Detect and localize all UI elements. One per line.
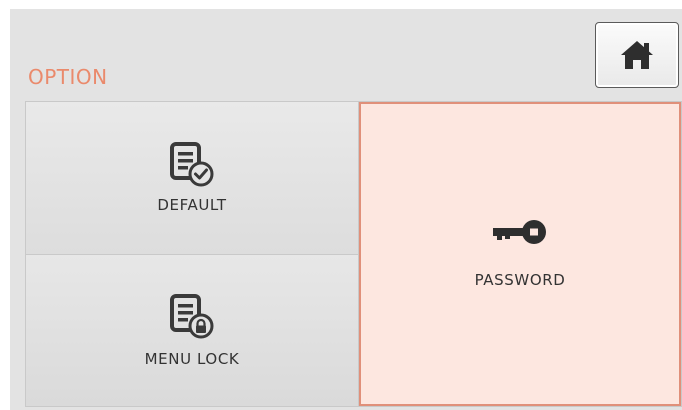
password-option-label: PASSWORD <box>474 271 566 289</box>
default-option-tile[interactable]: DEFAULT <box>26 102 359 255</box>
menu-lock-option-tile[interactable]: MENU LOCK <box>26 255 359 406</box>
home-button[interactable] <box>595 22 679 88</box>
document-lock-icon <box>169 293 215 340</box>
options-grid: DEFAULT MENU LOCK PASSWORD <box>25 101 682 407</box>
option-screen: OPTION DEFAULT MENU LOCK PASSWORD <box>10 9 682 410</box>
menu-lock-option-label: MENU LOCK <box>144 349 240 368</box>
document-check-icon <box>169 142 215 188</box>
key-icon <box>491 219 549 247</box>
password-option-tile[interactable]: PASSWORD <box>359 102 681 406</box>
page-title: OPTION <box>28 65 108 89</box>
home-icon <box>620 40 654 70</box>
default-option-label: DEFAULT <box>157 196 227 214</box>
